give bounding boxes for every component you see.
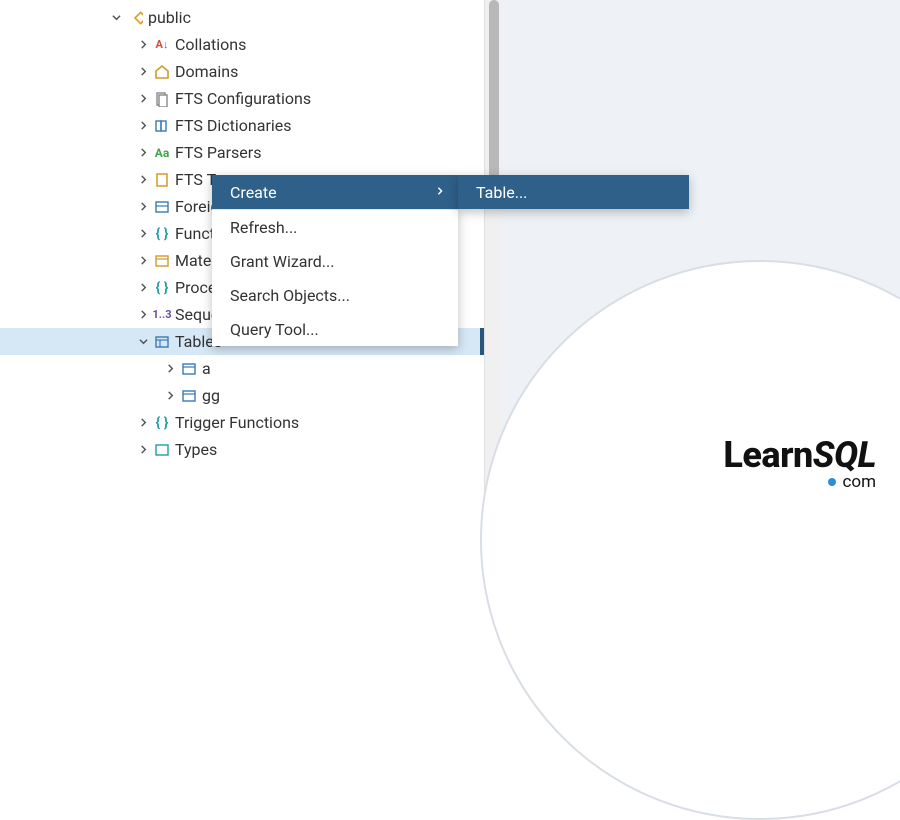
tree-label: Funct xyxy=(175,224,215,243)
tables-icon xyxy=(153,333,171,351)
chevron-right-icon xyxy=(135,418,151,427)
chevron-right-icon xyxy=(135,256,151,265)
menu-label: Table... xyxy=(476,183,527,202)
context-menu: Create Refresh... Grant Wizard... Search… xyxy=(212,175,458,346)
tree-item-fts-dictionaries[interactable]: FTS Dictionaries xyxy=(0,112,484,139)
chevron-right-icon xyxy=(135,202,151,211)
chevron-right-icon xyxy=(162,391,178,400)
scrollbar-thumb[interactable] xyxy=(489,0,499,180)
chevron-right-icon xyxy=(135,94,151,103)
fts-dictionary-icon xyxy=(153,117,171,135)
materialized-view-icon xyxy=(153,252,171,270)
menu-item-grant-wizard[interactable]: Grant Wizard... xyxy=(212,244,458,278)
table-icon xyxy=(180,360,198,378)
tree-label: FTS Parsers xyxy=(175,143,261,162)
menu-label: Search Objects... xyxy=(230,286,350,305)
logo-text-learn: Learn xyxy=(723,434,812,476)
chevron-right-icon xyxy=(135,175,151,184)
tree-label: FTS T xyxy=(175,170,216,189)
tree-label: Trigger Functions xyxy=(175,413,299,432)
logo-dot-icon xyxy=(828,478,836,486)
tree-label: Types xyxy=(175,440,217,459)
procedure-icon: { } xyxy=(153,279,171,297)
tree-item-collations[interactable]: A↓ Collations xyxy=(0,31,484,58)
context-submenu-create: Table... xyxy=(458,175,689,209)
trigger-function-icon: { } xyxy=(153,414,171,432)
chevron-right-icon xyxy=(135,445,151,454)
logo-text-sql: SQL xyxy=(813,434,876,476)
tree-label: gg xyxy=(202,386,220,405)
tree-item-trigger-functions[interactable]: { } Trigger Functions xyxy=(0,409,484,436)
tree-label: FTS Dictionaries xyxy=(175,116,292,135)
learnsql-logo: LearnSQL com xyxy=(723,434,876,492)
menu-label: Grant Wizard... xyxy=(230,252,334,271)
tree-scrollbar[interactable] xyxy=(484,0,502,500)
table-icon xyxy=(180,387,198,405)
chevron-down-icon xyxy=(108,13,124,22)
chevron-right-icon xyxy=(135,121,151,130)
tree-item-fts-configurations[interactable]: FTS Configurations xyxy=(0,85,484,112)
chevron-right-icon xyxy=(135,148,151,157)
domain-icon xyxy=(153,63,171,81)
tree-label: Proce xyxy=(175,278,216,297)
fts-template-icon xyxy=(153,171,171,189)
tree-label: Mater xyxy=(175,251,217,270)
menu-label: Create xyxy=(230,183,277,202)
chevron-right-icon xyxy=(135,229,151,238)
chevron-right-icon xyxy=(162,364,178,373)
sequence-icon: 1..3 xyxy=(153,306,171,324)
logo-text-com: com xyxy=(842,472,876,492)
tree-item-domains[interactable]: Domains xyxy=(0,58,484,85)
foreign-table-icon xyxy=(153,198,171,216)
menu-item-create[interactable]: Create xyxy=(212,175,458,209)
fts-parser-icon: Aa xyxy=(153,144,171,162)
menu-item-search-objects[interactable]: Search Objects... xyxy=(212,278,458,312)
tree-label: Domains xyxy=(175,62,238,81)
chevron-down-icon xyxy=(135,337,151,346)
tree-label: FTS Configurations xyxy=(175,89,311,108)
tree-label: Collations xyxy=(175,35,246,54)
menu-item-refresh[interactable]: Refresh... xyxy=(212,210,458,244)
submenu-item-table[interactable]: Table... xyxy=(458,175,689,209)
tree-label: public xyxy=(148,8,191,27)
menu-label: Refresh... xyxy=(230,218,297,237)
schema-icon xyxy=(126,9,144,27)
chevron-right-icon xyxy=(135,40,151,49)
chevron-right-icon xyxy=(135,67,151,76)
tree-item-types[interactable]: Types xyxy=(0,436,484,463)
type-icon xyxy=(153,441,171,459)
chevron-right-icon xyxy=(135,310,151,319)
chevron-right-icon xyxy=(436,185,444,199)
tree-item-schema-public[interactable]: public xyxy=(0,4,484,31)
chevron-right-icon xyxy=(135,283,151,292)
tree-label: a xyxy=(202,359,211,378)
menu-label: Query Tool... xyxy=(230,320,319,339)
fts-config-icon xyxy=(153,90,171,108)
collation-icon: A↓ xyxy=(153,36,171,54)
function-icon: { } xyxy=(153,225,171,243)
tree-item-fts-parsers[interactable]: Aa FTS Parsers xyxy=(0,139,484,166)
tree-item-table-gg[interactable]: gg xyxy=(0,382,484,409)
menu-item-query-tool[interactable]: Query Tool... xyxy=(212,312,458,346)
tree-item-table-a[interactable]: a xyxy=(0,355,484,382)
